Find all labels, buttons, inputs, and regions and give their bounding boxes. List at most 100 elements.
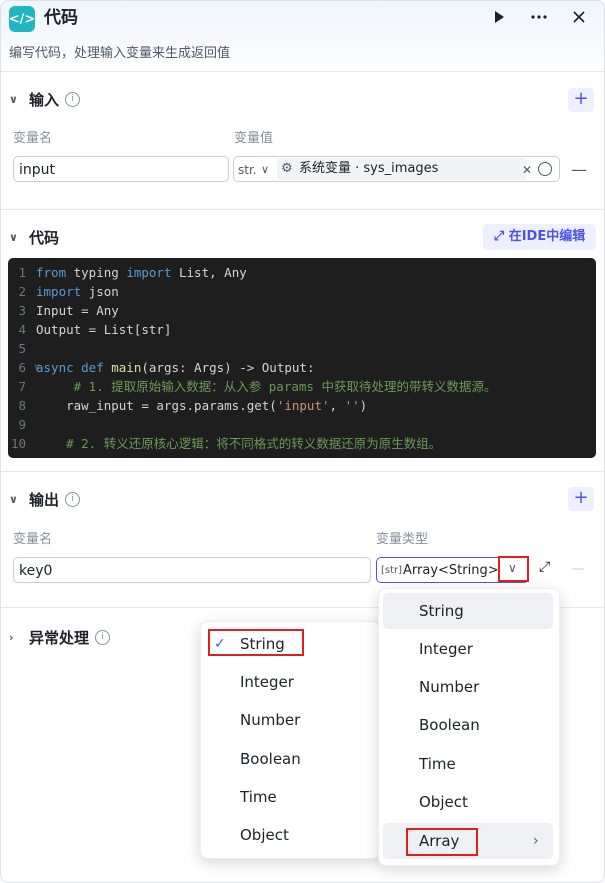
fold-icon[interactable]: ∨: [34, 358, 40, 377]
code-token: List, Any: [171, 265, 247, 280]
menu-item-object[interactable]: Object: [383, 784, 553, 820]
variable-reference-chip: ⚙ 系统变量 · sys_images: [277, 158, 527, 180]
output-type-label: 变量类型: [376, 532, 429, 547]
line-number: 4: [18, 322, 26, 337]
code-line[interactable]: 1 from typing import List, Any: [8, 263, 596, 282]
menu-item-label: Number: [419, 678, 480, 696]
code-line[interactable]: 3 Input = Any: [8, 301, 596, 320]
input-value-label: 变量值: [234, 131, 274, 146]
code-line[interactable]: 4 Output = List[str]: [8, 320, 596, 339]
submenu-item-boolean[interactable]: Boolean: [209, 741, 371, 777]
menu-item-string[interactable]: String: [383, 593, 553, 629]
line-number: 1: [18, 265, 26, 280]
exception-section-header[interactable]: › 异常处理 i: [9, 627, 111, 648]
chevron-right-icon: ›: [9, 631, 14, 644]
code-line[interactable]: 2 import json: [8, 282, 596, 301]
array-subtype-menu: ✓ String Integer Number Boolean Time Obj…: [200, 621, 380, 859]
menu-item-label: String: [419, 602, 464, 620]
add-output-button[interactable]: +: [568, 487, 594, 511]
variable-reference-text: 系统变量 · sys_images: [299, 161, 439, 176]
code-line[interactable]: 8 raw_input = args.params.get('input', '…: [8, 396, 596, 415]
code-token: import: [126, 265, 172, 280]
submenu-item-number[interactable]: Number: [209, 702, 371, 738]
code-token: async def: [36, 360, 104, 375]
code-line[interactable]: 11 try:: [8, 453, 596, 458]
type-tag: str.: [238, 163, 257, 177]
code-token: Output = List[str]: [36, 322, 172, 337]
add-input-button[interactable]: +: [568, 88, 594, 112]
menu-item-boolean[interactable]: Boolean: [383, 707, 553, 743]
play-icon[interactable]: [487, 5, 511, 29]
menu-item-number[interactable]: Number: [383, 669, 553, 705]
output-type-menu: String Integer Number Boolean Time Objec…: [378, 588, 560, 866]
input-value-field[interactable]: str. ∨ ⚙ 系统变量 · sys_images ✕: [233, 156, 560, 182]
submenu-item-label: Number: [240, 711, 301, 729]
code-token: # 2. 转义还原核心逻辑：将不同格式的转义数据还原为原生数组。: [36, 436, 442, 451]
highlight-box: [208, 629, 304, 656]
info-icon[interactable]: i: [95, 630, 111, 645]
submenu-item-integer[interactable]: Integer: [209, 664, 371, 700]
code-line[interactable]: 10 # 2. 转义还原核心逻辑：将不同格式的转义数据还原为原生数组。: [8, 434, 596, 453]
chevron-down-icon[interactable]: ∨: [261, 157, 269, 183]
remove-output-button[interactable]: —: [571, 561, 585, 577]
chevron-down-icon: ∨: [508, 561, 517, 575]
highlight-box: [406, 828, 478, 856]
expand-icon: ⤢: [493, 229, 509, 244]
code-token: main: [103, 360, 142, 375]
expand-icon[interactable]: ⤢: [539, 559, 550, 575]
code-token: raw_input = args.params.get(: [36, 398, 277, 413]
line-number: 7: [18, 379, 26, 394]
output-type-value: Array<String>: [403, 563, 499, 578]
input-section-title: 输入: [29, 91, 60, 109]
target-icon[interactable]: [538, 162, 552, 176]
input-name-field[interactable]: input: [13, 156, 229, 182]
code-token: json: [81, 284, 119, 299]
exception-section-title: 异常处理: [29, 629, 90, 647]
code-token: (args: Args) -> Output:: [141, 360, 315, 375]
code-line[interactable]: 9: [8, 415, 596, 434]
line-number: 8: [18, 398, 26, 413]
close-icon[interactable]: [567, 5, 591, 29]
output-name-field[interactable]: key0: [13, 557, 371, 583]
code-token: 'input': [276, 398, 330, 413]
code-token: import: [36, 284, 82, 299]
code-token: try: [36, 455, 89, 458]
output-section-header[interactable]: ∨ 输出 i: [9, 489, 81, 510]
input-section-header[interactable]: ∨ 输入 i: [9, 89, 81, 110]
code-token: ,: [329, 398, 345, 413]
menu-item-label: Time: [419, 755, 456, 773]
input-name-label: 变量名: [13, 131, 53, 146]
code-editor[interactable]: 1 from typing import List, Any 2 import jso…: [8, 258, 596, 458]
code-token: ): [359, 398, 368, 413]
node-title: 代码: [44, 8, 78, 28]
code-line[interactable]: 5: [8, 339, 596, 358]
clear-icon[interactable]: ✕: [522, 157, 532, 183]
menu-item-label: Object: [419, 793, 468, 811]
line-number: 9: [18, 417, 26, 432]
line-number: 5: [18, 341, 26, 356]
remove-input-button[interactable]: —: [571, 160, 587, 179]
code-token: typing: [66, 265, 127, 280]
submenu-item-time[interactable]: Time: [209, 779, 371, 815]
menu-item-integer[interactable]: Integer: [383, 631, 553, 667]
array-type-icon: [str]: [381, 565, 403, 576]
code-line[interactable]: 6 ∨ async def main(args: Args) -> Output:: [8, 358, 596, 377]
type-dropdown-toggle[interactable]: ∨: [498, 556, 529, 582]
chevron-down-icon: ∨: [9, 93, 18, 106]
submenu-item-label: Time: [240, 788, 277, 806]
code-node-icon: </>: [9, 6, 35, 32]
line-number: 11: [8, 453, 36, 458]
code-line[interactable]: 7 # 1. 提取原始输入数据：从入参 params 中获取待处理的带转义数据源…: [8, 377, 596, 396]
output-name-label: 变量名: [13, 532, 53, 547]
more-icon[interactable]: [527, 5, 551, 29]
code-token: from: [36, 265, 67, 280]
edit-in-ide-button[interactable]: ⤢ 在IDE中编辑: [483, 224, 596, 250]
output-section-title: 输出: [29, 491, 60, 509]
menu-item-time[interactable]: Time: [383, 746, 553, 782]
info-icon[interactable]: i: [65, 492, 81, 507]
submenu-item-object[interactable]: Object: [209, 817, 371, 853]
node-description: 编写代码，处理输入变量来生成返回值: [9, 46, 231, 61]
code-token: # 1. 提取原始输入数据：从入参 params 中获取待处理的带转义数据源。: [36, 379, 497, 394]
info-icon[interactable]: i: [65, 92, 81, 107]
code-section-header[interactable]: ∨ 代码: [9, 227, 59, 248]
